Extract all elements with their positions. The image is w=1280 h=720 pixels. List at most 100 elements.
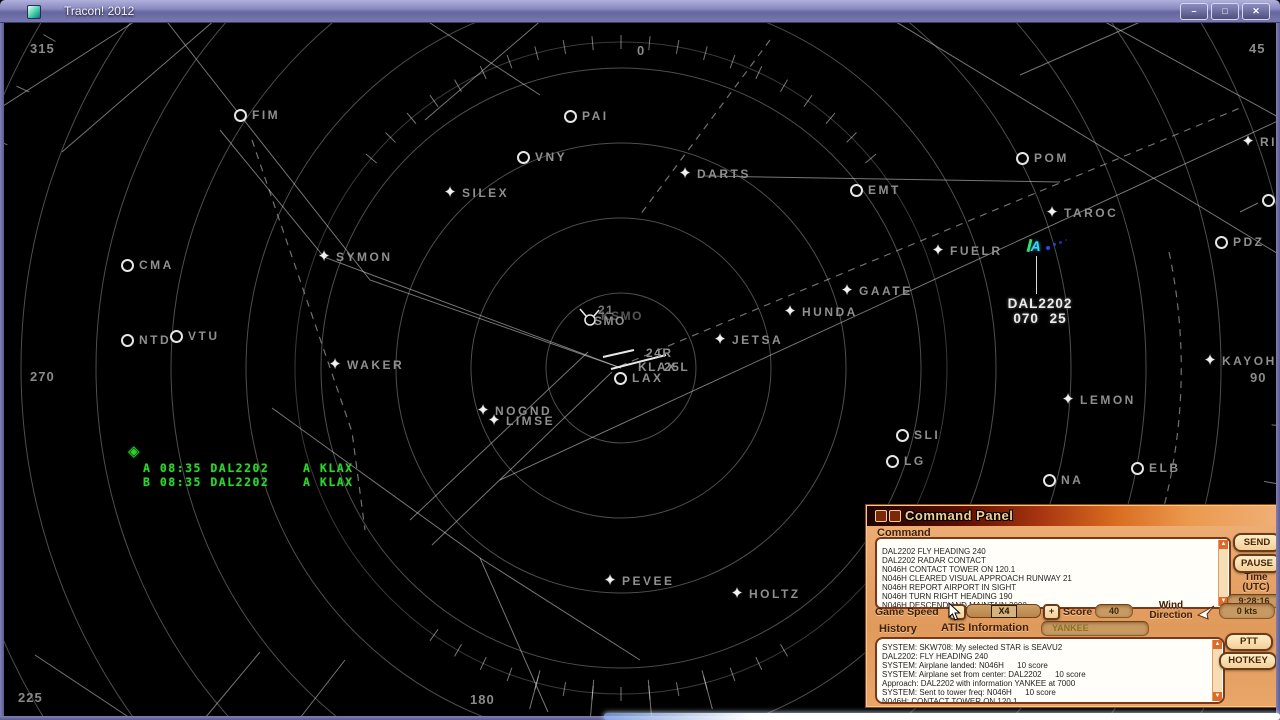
compass-bearing-label: 90	[1250, 370, 1267, 385]
trail-dot-icon	[1059, 241, 1062, 244]
command-list[interactable]: DAL2202 FLY HEADING 240 DAL2202 RADAR CON…	[875, 537, 1231, 609]
waypoint-star-icon[interactable]: ✦	[839, 283, 855, 299]
history-line[interactable]: SYSTEM: Airplane landed: N046H 10 score	[877, 661, 1223, 670]
waypoint-star-icon[interactable]: ✦	[1044, 205, 1060, 221]
game-speed-slider[interactable]: X4	[966, 604, 1041, 618]
wind-direction-label: Wind Direction	[1149, 600, 1193, 621]
navaid-circle-icon[interactable]	[1131, 462, 1144, 475]
waypoint-star-icon[interactable]: ✦	[486, 413, 502, 429]
panel-window-icon-2[interactable]	[889, 510, 901, 522]
waypoint-star-icon[interactable]: ✦	[1240, 134, 1256, 150]
strip-line-a[interactable]: A 08:35 DAL2202 A KLAX	[143, 461, 354, 475]
waypoint-label: TAROC	[1064, 206, 1119, 220]
atis-value: YANKEE	[1041, 621, 1149, 636]
navaid-label: EMT	[868, 183, 901, 197]
waypoint-star-icon[interactable]: ✦	[930, 243, 946, 259]
command-line[interactable]: N046H CONTACT TOWER ON 120.1	[877, 565, 1229, 574]
history-list[interactable]: SYSTEM: SKW708: My selected STAR is SEAV…	[875, 637, 1225, 704]
waypoint-star-icon[interactable]: ✦	[712, 332, 728, 348]
waypoint-star-icon[interactable]: ✦	[327, 357, 343, 373]
trail-dot-icon	[1065, 239, 1067, 241]
scroll-up-icon[interactable]: ▲	[1213, 640, 1222, 649]
scroll-up-icon[interactable]: ▲	[1219, 540, 1228, 549]
history-line[interactable]: DAL2202: FLY HEADING 240	[877, 652, 1223, 661]
waypoint-label: HUNDA	[802, 305, 858, 319]
lax-runway-25l-label: 25L	[664, 360, 690, 374]
history-line[interactable]: N046H: CONTACT TOWER ON 120.1	[877, 697, 1223, 702]
command-line[interactable]: DAL2202 FLY HEADING 240	[877, 547, 1229, 556]
waypoint-star-icon[interactable]: ✦	[442, 185, 458, 201]
window-border-left	[0, 22, 4, 720]
waypoint-star-icon[interactable]: ✦	[677, 166, 693, 182]
wind-speed-value: 0 kts	[1219, 603, 1275, 619]
trail-dot-icon	[1053, 243, 1056, 246]
navaid-circle-icon[interactable]	[517, 151, 530, 164]
navaid-label: VNY	[535, 150, 568, 164]
navaid-circle-icon[interactable]	[170, 330, 183, 343]
hotkey-button[interactable]: HOTKEY	[1219, 652, 1277, 670]
navaid-circle-icon[interactable]	[1215, 236, 1228, 249]
navaid-circle-icon[interactable]	[234, 109, 247, 122]
maximize-button[interactable]: □	[1211, 3, 1239, 20]
command-panel: Command Panel Command DAL2202 FLY HEADIN…	[866, 505, 1280, 707]
navaid-circle-icon[interactable]	[614, 372, 627, 385]
history-tab[interactable]: History	[879, 623, 917, 635]
navaid-circle-icon[interactable]	[886, 455, 899, 468]
navaid-label: PDZ	[1233, 235, 1265, 249]
strip-diamond-icon: ◈	[128, 443, 140, 460]
navaid-circle-icon[interactable]	[850, 184, 863, 197]
panel-window-icon-1[interactable]	[875, 510, 887, 522]
navaid-circle-icon[interactable]	[896, 429, 909, 442]
command-panel-title: Command Panel	[905, 508, 1014, 523]
ptt-button[interactable]: PTT	[1225, 633, 1273, 651]
navaid-circle-icon[interactable]	[121, 334, 134, 347]
history-line[interactable]: SYSTEM: Airplane set from center: DAL220…	[877, 670, 1223, 679]
navaid-circle-icon[interactable]	[121, 259, 134, 272]
history-line[interactable]: SYSTEM: SKW708: My selected STAR is SEAV…	[877, 643, 1223, 652]
command-panel-header[interactable]: Command Panel	[867, 506, 1280, 526]
waypoint-label: LIMSE	[506, 414, 556, 428]
navaid-circle-icon[interactable]	[1043, 474, 1056, 487]
aircraft-alt-speed: 070 25	[1013, 311, 1067, 326]
game-speed-value: X4	[991, 605, 1017, 618]
navaid-circle-icon[interactable]	[1262, 194, 1275, 207]
waypoint-star-icon[interactable]: ✦	[316, 249, 332, 265]
aircraft-icon[interactable]: A	[1026, 238, 1044, 254]
compass-bearing-label: 0	[637, 43, 646, 58]
aircraft-datablock[interactable]: DAL2202 070 25	[995, 296, 1085, 326]
history-scrollbar[interactable]: ▲ ▼	[1212, 640, 1222, 701]
scroll-down-icon[interactable]: ▼	[1213, 692, 1222, 701]
waypoint-star-icon[interactable]: ✦	[729, 586, 745, 602]
history-line[interactable]: Approach: DAL2202 with information YANKE…	[877, 679, 1223, 688]
window-title: Tracon! 2012	[64, 4, 135, 18]
pause-button[interactable]: PAUSE	[1233, 554, 1280, 573]
navaid-label: VTU	[188, 329, 220, 343]
navaid-circle-icon[interactable]	[564, 110, 577, 123]
waypoint-star-icon[interactable]: ✦	[602, 573, 618, 589]
waypoint-star-icon[interactable]: ✦	[782, 304, 798, 320]
compass-bearing-label: 180	[470, 692, 495, 707]
send-button[interactable]: SEND	[1233, 533, 1280, 552]
waypoint-star-icon[interactable]: ✦	[1202, 353, 1218, 369]
bottom-glow-bar	[604, 713, 1280, 720]
command-line[interactable]: DAL2202 RADAR CONTACT	[877, 556, 1229, 565]
navaid-label: SLI	[914, 428, 941, 442]
compass-bearing-label: 225	[18, 690, 43, 705]
score-label: Score	[1063, 606, 1093, 618]
window-titlebar[interactable]: Tracon! 2012 – □ ✕	[0, 0, 1280, 23]
close-button[interactable]: ✕	[1242, 3, 1270, 20]
command-line[interactable]: N046H CLEARED VISUAL APPROACH RUNWAY 21	[877, 574, 1229, 583]
minimize-button[interactable]: –	[1180, 3, 1208, 20]
waypoint-label: SILEX	[462, 186, 510, 200]
navaid-circle-icon[interactable]	[1016, 152, 1029, 165]
waypoint-label: WAKER	[347, 358, 405, 372]
waypoint-star-icon[interactable]: ✦	[1060, 392, 1076, 408]
command-line[interactable]: N046H REPORT AIRPORT IN SIGHT	[877, 583, 1229, 592]
speed-plus-button[interactable]: +	[1043, 604, 1060, 620]
command-scrollbar[interactable]: ▲ ▼	[1218, 540, 1228, 606]
waypoint-label: GAATE	[859, 284, 913, 298]
strip-line-b[interactable]: B 08:35 DAL2202 A KLAX	[143, 475, 354, 489]
history-line[interactable]: SYSTEM: Sent to tower freq: N046H 10 sco…	[877, 688, 1223, 697]
navaid-label: ELB	[1149, 461, 1181, 475]
waypoint-label: SYMON	[336, 250, 393, 264]
